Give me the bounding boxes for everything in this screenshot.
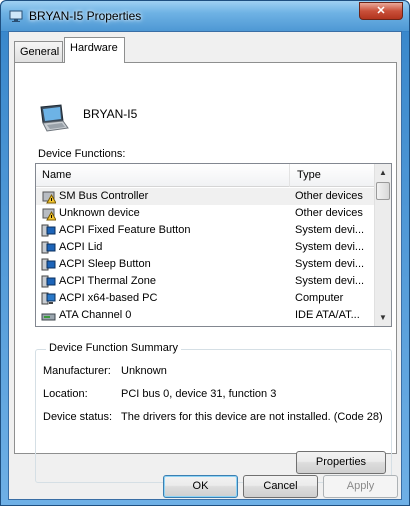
tab-general[interactable]: General — [14, 41, 63, 63]
list-item[interactable]: ATA Channel 0 IDE ATA/AT... — [36, 307, 375, 324]
location-value: PCI bus 0, device 31, function 3 — [121, 388, 277, 400]
device-function-type: IDE ATA/AT... — [295, 309, 360, 321]
tab-general-label: General — [20, 46, 60, 58]
list-item[interactable]: ACPI Lid System devi... — [36, 239, 375, 256]
system-device-icon — [41, 241, 56, 254]
scroll-down-icon[interactable]: ▼ — [375, 309, 391, 326]
device-function-type: System devi... — [295, 275, 365, 287]
list-item[interactable]: ACPI Sleep Button System devi... — [36, 256, 375, 273]
system-device-icon — [41, 275, 56, 288]
properties-window: BRYAN-I5 Properties ✕ General Hardware B… — [0, 0, 410, 506]
list-header: Name Type — [36, 164, 375, 187]
list-item[interactable]: Unknown device Other devices — [36, 205, 375, 222]
device-function-type: System devi... — [295, 224, 365, 236]
device-functions-label: Device Functions: — [38, 148, 126, 160]
properties-button[interactable]: Properties — [296, 451, 386, 474]
window-title: BRYAN-I5 Properties — [29, 9, 142, 23]
scroll-thumb[interactable] — [376, 182, 390, 200]
list-scrollbar[interactable]: ▲ ▼ — [374, 164, 391, 326]
column-header-type[interactable]: Type — [291, 164, 375, 187]
device-function-name: ACPI x64-based PC — [59, 292, 158, 304]
tab-hardware[interactable]: Hardware — [64, 37, 125, 63]
list-rows: SM Bus Controller Other devices Unknown … — [36, 188, 375, 324]
dialog-client-area: General Hardware BRYAN-I5 Device Functio… — [8, 31, 402, 500]
laptop-icon — [40, 104, 69, 132]
warning-device-icon — [42, 208, 56, 221]
device-name: BRYAN-I5 — [83, 107, 138, 121]
device-function-name: ACPI Fixed Feature Button — [59, 224, 191, 236]
system-device-icon — [41, 224, 56, 237]
apply-button[interactable]: Apply — [323, 475, 398, 498]
computer-title-icon — [9, 10, 23, 22]
list-item[interactable]: ACPI Fixed Feature Button System devi... — [36, 222, 375, 239]
ide-controller-icon — [41, 313, 56, 321]
hardware-tab-panel: BRYAN-I5 Device Functions: Name Type SM … — [14, 62, 397, 483]
cancel-button[interactable]: Cancel — [243, 475, 318, 498]
device-function-summary-group: Device Function Summary Manufacturer: Un… — [35, 342, 392, 483]
manufacturer-value: Unknown — [121, 365, 167, 377]
summary-title: Device Function Summary — [46, 342, 181, 354]
tab-hardware-label: Hardware — [70, 42, 118, 54]
device-function-type: System devi... — [295, 258, 365, 270]
list-item[interactable]: ACPI Thermal Zone System devi... — [36, 273, 375, 290]
system-device-icon — [41, 258, 56, 271]
list-item[interactable]: ACPI x64-based PC Computer — [36, 290, 375, 307]
warning-device-icon — [42, 191, 56, 204]
device-function-type: Other devices — [295, 207, 363, 219]
device-function-name: ACPI Lid — [59, 241, 103, 253]
device-status-label: Device status: — [43, 411, 113, 423]
device-function-name: SM Bus Controller — [59, 190, 149, 202]
device-function-type: Computer — [295, 292, 344, 304]
ok-button[interactable]: OK — [163, 475, 238, 498]
title-bar[interactable]: BRYAN-I5 Properties ✕ — [1, 1, 409, 31]
device-function-name: ATA Channel 0 — [59, 309, 132, 321]
device-function-type: Other devices — [295, 190, 363, 202]
device-function-name: ACPI Sleep Button — [59, 258, 151, 270]
list-item[interactable]: SM Bus Controller Other devices — [36, 188, 375, 205]
close-icon: ✕ — [376, 5, 386, 17]
device-function-name: Unknown device — [59, 207, 140, 219]
scroll-up-icon[interactable]: ▲ — [375, 164, 391, 181]
device-function-name: ACPI Thermal Zone — [59, 275, 157, 287]
computer-icon — [41, 292, 56, 305]
device-functions-list[interactable]: Name Type SM Bus Controller Other device… — [35, 163, 392, 327]
close-button[interactable]: ✕ — [359, 2, 403, 20]
device-function-type: System devi... — [295, 241, 365, 253]
manufacturer-label: Manufacturer: — [43, 365, 111, 377]
location-label: Location: — [43, 388, 88, 400]
device-status-value: The drivers for this device are not inst… — [121, 411, 383, 423]
column-header-name[interactable]: Name — [36, 164, 290, 187]
